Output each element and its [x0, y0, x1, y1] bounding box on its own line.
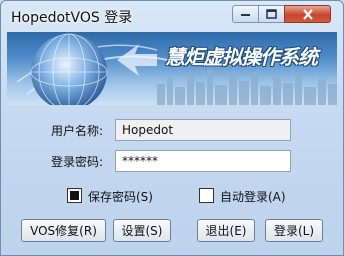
exit-button[interactable]: 退出(E) — [197, 219, 255, 242]
minimize-icon — [241, 14, 250, 16]
title-bar[interactable]: HopedotVOS 登录 — [1, 1, 343, 31]
login-button[interactable]: 登录(L) — [265, 219, 323, 242]
password-label: 登录密码: — [51, 155, 104, 169]
maximize-icon — [266, 9, 277, 19]
password-field[interactable]: ****** — [115, 150, 291, 172]
save-password-checkbox[interactable]: 保存密码(S) — [67, 187, 187, 205]
settings-button[interactable]: 设置(S) — [113, 219, 171, 242]
username-label: 用户名称: — [51, 124, 104, 138]
window-title: HopedotVOS 登录 — [11, 10, 133, 26]
banner-slogan: 慧炬虚拟操作系统 — [165, 45, 318, 69]
auto-login-label: 自动登录(A) — [220, 190, 286, 204]
login-window: HopedotVOS 登录 慧炬虚拟操作系统 用户名称: Hopedot 登录密… — [0, 0, 344, 256]
save-password-checkbox-box[interactable] — [67, 188, 82, 203]
close-icon — [302, 8, 313, 20]
save-password-label: 保存密码(S) — [88, 190, 153, 204]
vos-repair-button[interactable]: VOS修复(R) — [21, 219, 106, 242]
header-banner: 慧炬虚拟操作系统 — [7, 32, 337, 105]
close-button[interactable] — [284, 5, 331, 23]
auto-login-checkbox[interactable]: 自动登录(A) — [199, 187, 319, 205]
auto-login-checkbox-box[interactable] — [199, 188, 214, 203]
minimize-button[interactable] — [232, 5, 259, 23]
username-field[interactable]: Hopedot — [115, 119, 291, 141]
maximize-button[interactable] — [258, 5, 285, 23]
